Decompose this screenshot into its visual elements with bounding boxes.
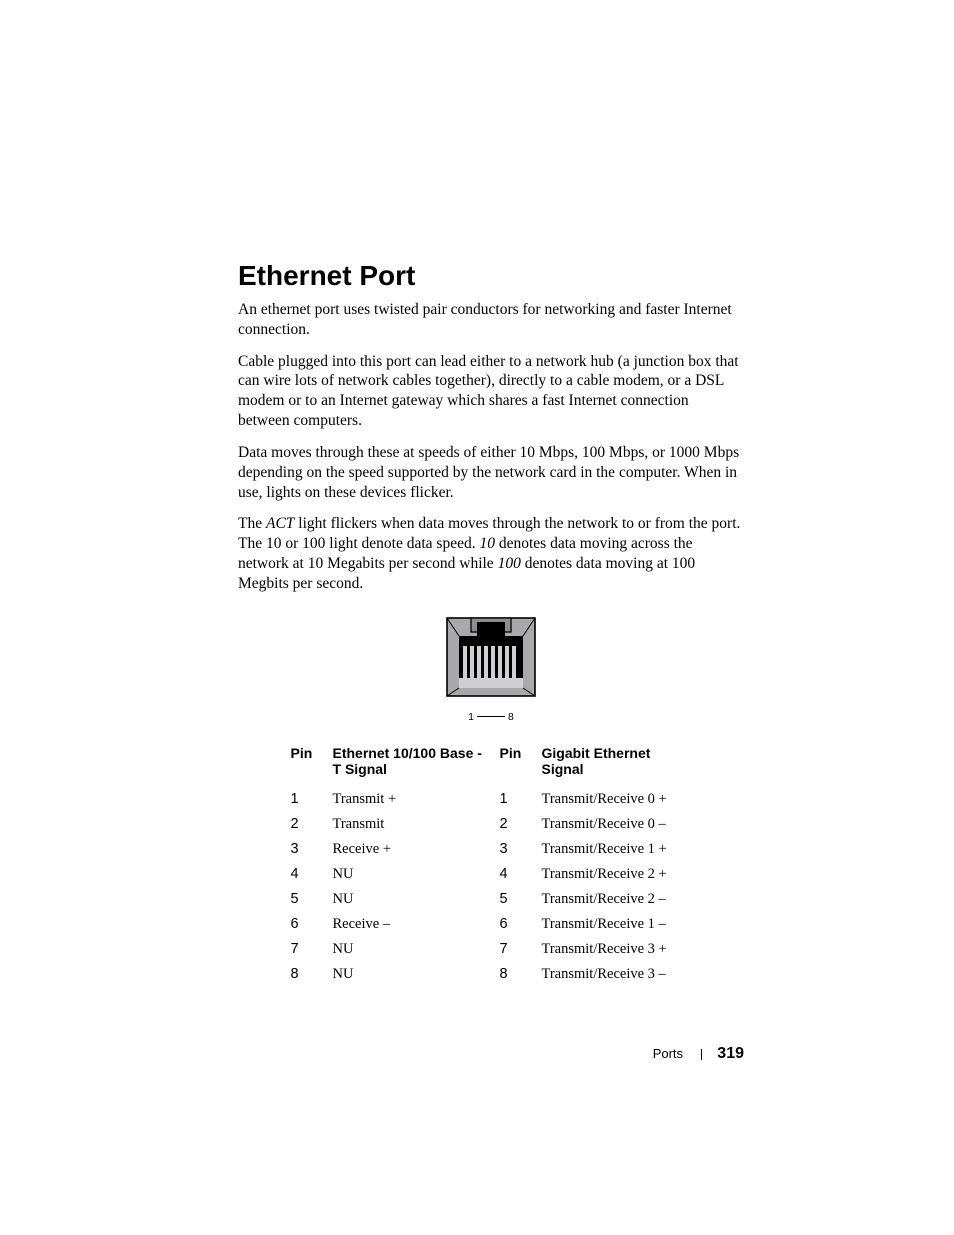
paragraph-1: An ethernet port uses twisted pair condu… xyxy=(238,300,744,340)
paragraph-3: Data moves through these at speeds of ei… xyxy=(238,443,744,502)
footer-separator-icon xyxy=(701,1049,702,1060)
cell-pin-a: 8 xyxy=(291,962,333,987)
section-heading: Ethernet Port xyxy=(238,260,744,292)
pin-number-caption: 18 xyxy=(238,711,744,723)
cell-pin-b: 6 xyxy=(500,912,542,937)
table-row: 7NU7Transmit/Receive 3 + xyxy=(291,937,692,962)
cell-pin-a: 3 xyxy=(291,837,333,862)
cell-signal-a: Receive – xyxy=(333,912,500,937)
cell-signal-a: Transmit xyxy=(333,812,500,837)
cell-pin-b: 2 xyxy=(500,812,542,837)
cell-pin-b: 4 xyxy=(500,862,542,887)
speed-100-label: 100 xyxy=(498,555,521,572)
pinout-table: Pin Ethernet 10/100 Base - T Signal Pin … xyxy=(291,741,692,987)
col-pin-a: Pin xyxy=(291,741,333,787)
pin-1-label: 1 xyxy=(468,711,474,723)
cell-pin-b: 8 xyxy=(500,962,542,987)
cell-signal-b: Transmit/Receive 0 – xyxy=(542,812,692,837)
cell-signal-b: Transmit/Receive 2 – xyxy=(542,887,692,912)
footer-chapter: Ports xyxy=(653,1046,683,1061)
cell-signal-a: NU xyxy=(333,862,500,887)
table-row: 1Transmit +1Transmit/Receive 0 + xyxy=(291,787,692,812)
table-row: 2Transmit2Transmit/Receive 0 – xyxy=(291,812,692,837)
cell-pin-a: 5 xyxy=(291,887,333,912)
text-run: The xyxy=(238,515,266,532)
cell-pin-b: 7 xyxy=(500,937,542,962)
cell-signal-a: NU xyxy=(333,887,500,912)
footer-page-number: 319 xyxy=(717,1045,744,1062)
dash-icon xyxy=(477,716,505,717)
cell-signal-b: Transmit/Receive 3 + xyxy=(542,937,692,962)
cell-signal-b: Transmit/Receive 2 + xyxy=(542,862,692,887)
cell-signal-a: Transmit + xyxy=(333,787,500,812)
table-row: 4NU4Transmit/Receive 2 + xyxy=(291,862,692,887)
table-row: 5NU5Transmit/Receive 2 – xyxy=(291,887,692,912)
ethernet-port-diagram: 18 xyxy=(238,616,744,723)
cell-signal-b: Transmit/Receive 0 + xyxy=(542,787,692,812)
cell-pin-a: 7 xyxy=(291,937,333,962)
col-signal-a: Ethernet 10/100 Base - T Signal xyxy=(333,741,500,787)
cell-signal-a: NU xyxy=(333,962,500,987)
paragraph-2: Cable plugged into this port can lead ei… xyxy=(238,352,744,431)
col-signal-b: Gigabit Ethernet Signal xyxy=(542,741,692,787)
cell-pin-a: 4 xyxy=(291,862,333,887)
cell-signal-b: Transmit/Receive 1 + xyxy=(542,837,692,862)
cell-signal-b: Transmit/Receive 1 – xyxy=(542,912,692,937)
cell-pin-a: 1 xyxy=(291,787,333,812)
cell-pin-a: 6 xyxy=(291,912,333,937)
table-row: 6Receive –6Transmit/Receive 1 – xyxy=(291,912,692,937)
act-label: ACT xyxy=(266,515,294,532)
paragraph-4: The ACT light flickers when data moves t… xyxy=(238,514,744,593)
speed-10-label: 10 xyxy=(479,535,495,552)
page-footer: Ports 319 xyxy=(653,1045,744,1063)
table-row: 8NU8Transmit/Receive 3 – xyxy=(291,962,692,987)
table-row: 3Receive +3Transmit/Receive 1 + xyxy=(291,837,692,862)
rj45-jack-icon xyxy=(445,616,537,702)
cell-pin-a: 2 xyxy=(291,812,333,837)
cell-pin-b: 3 xyxy=(500,837,542,862)
cell-signal-b: Transmit/Receive 3 – xyxy=(542,962,692,987)
table-header-row: Pin Ethernet 10/100 Base - T Signal Pin … xyxy=(291,741,692,787)
cell-signal-a: Receive + xyxy=(333,837,500,862)
col-pin-b: Pin xyxy=(500,741,542,787)
pin-8-label: 8 xyxy=(508,711,514,723)
cell-pin-b: 1 xyxy=(500,787,542,812)
cell-pin-b: 5 xyxy=(500,887,542,912)
cell-signal-a: NU xyxy=(333,937,500,962)
